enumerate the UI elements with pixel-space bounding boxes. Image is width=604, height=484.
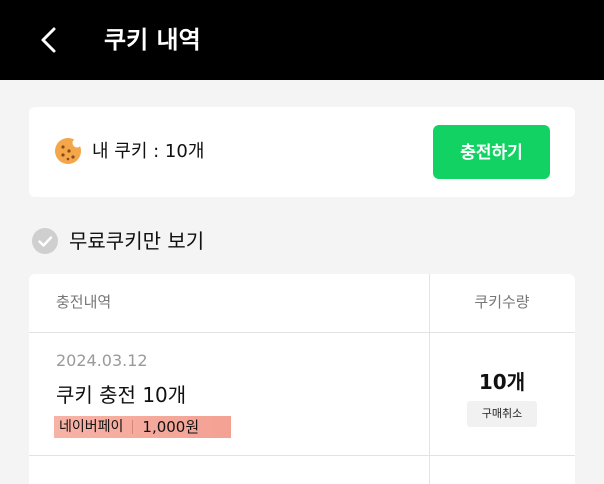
row-quantity: 10개: [478, 370, 526, 394]
payment-divider: [132, 420, 134, 434]
app-header: 쿠키 내역: [0, 0, 604, 80]
page-title: 쿠키 내역: [104, 26, 201, 54]
column-header-quantity: 쿠키수량: [474, 293, 530, 311]
column-header-history: 충전내역: [56, 293, 112, 311]
charge-button[interactable]: 충전하기: [433, 125, 550, 179]
row-date: 2024.03.12: [56, 351, 148, 370]
payment-method: 네이버페이: [59, 419, 124, 435]
cookie-icon: [55, 138, 82, 164]
free-cookie-filter[interactable]: 무료쿠키만 보기: [32, 226, 204, 256]
table-header: 충전내역 쿠키수량: [29, 274, 575, 333]
row-title: 쿠키 충전 10개: [56, 383, 187, 407]
free-filter-label: 무료쿠키만 보기: [69, 229, 205, 253]
payment-amount: 1,000원: [142, 418, 200, 436]
check-circle-icon[interactable]: [32, 228, 58, 254]
cookie-balance-card: 내 쿠키 : 10개 충전하기: [29, 107, 575, 197]
payment-badge: 네이버페이 1,000원: [54, 416, 231, 438]
cancel-purchase-button[interactable]: 구매취소: [467, 401, 537, 427]
cookie-balance-text: 내 쿠키 : 10개: [92, 141, 205, 162]
table-row: 2024.03.12 쿠키 충전 10개 네이버페이 1,000원 10개 구매…: [29, 333, 575, 456]
charge-history-table: 충전내역 쿠키수량 2024.03.12 쿠키 충전 10개 네이버페이 1,0…: [29, 274, 575, 484]
chevron-left-icon[interactable]: [34, 24, 64, 56]
